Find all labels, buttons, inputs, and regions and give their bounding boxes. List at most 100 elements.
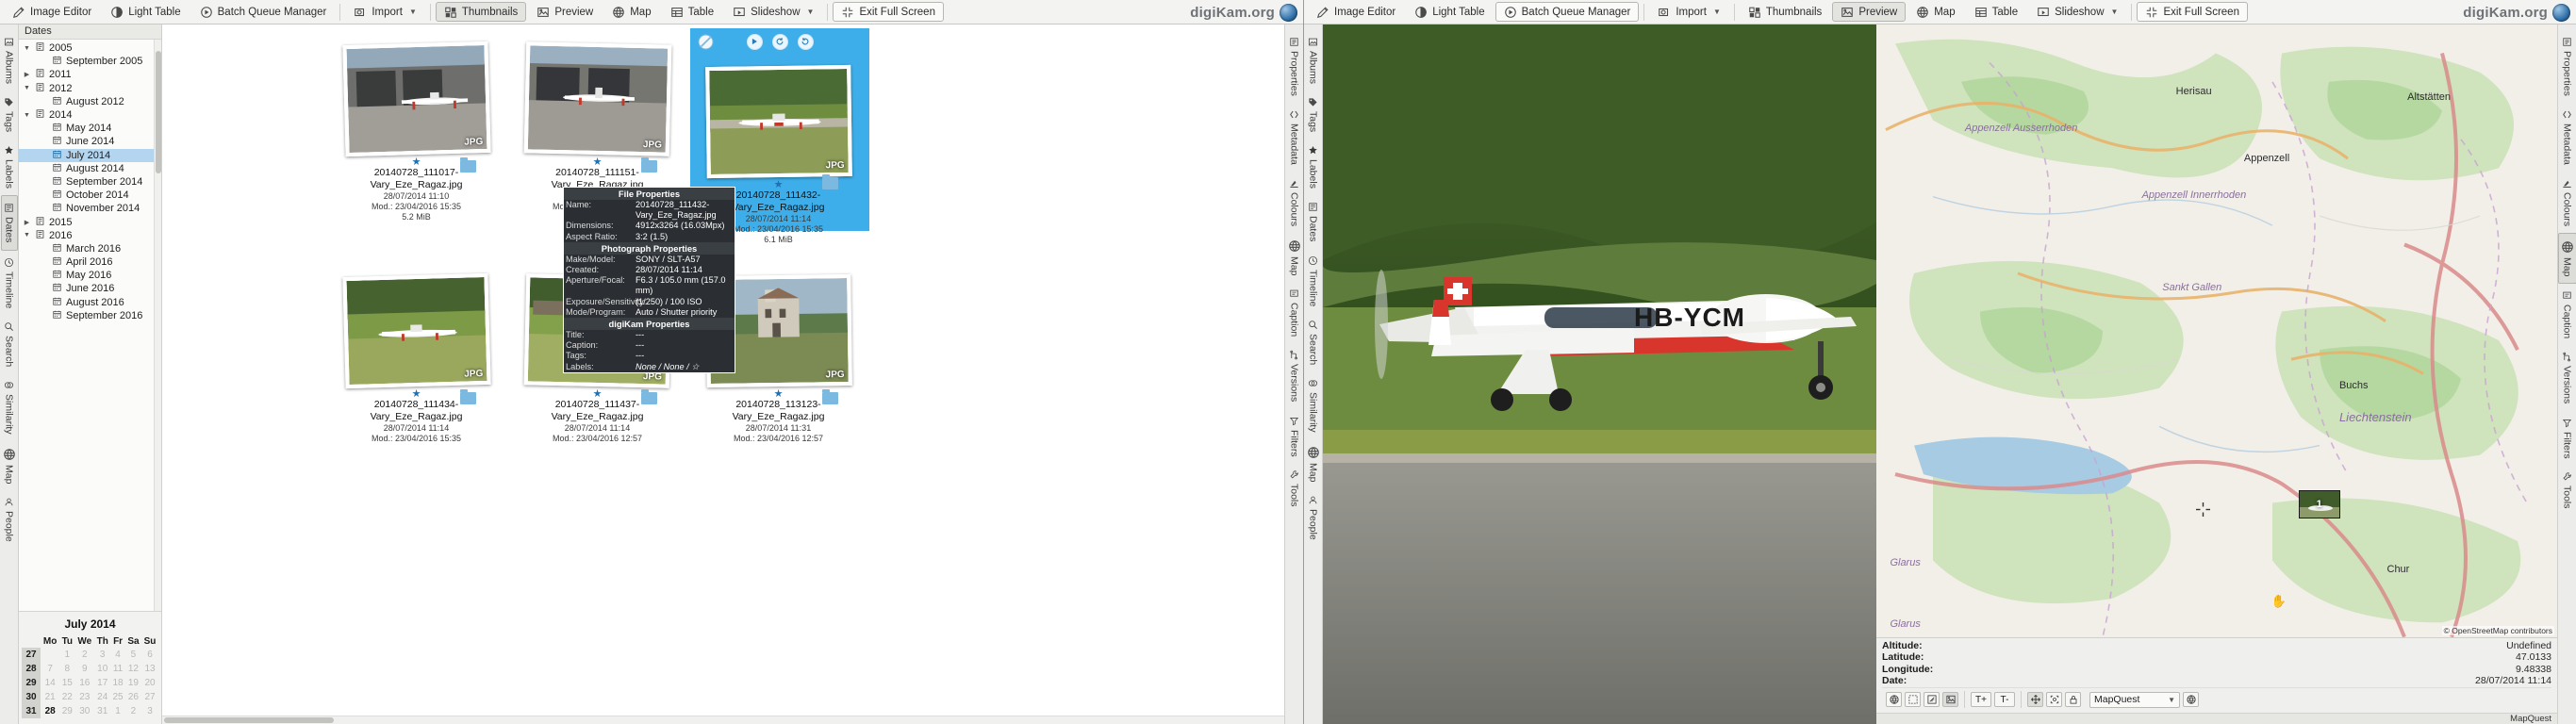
left-sidebar-tabs[interactable]: AlbumsTagsLabelsDatesTimelineSearchSimil… — [0, 25, 19, 724]
chevron-down-icon[interactable]: ▼ — [2168, 696, 2175, 704]
vtab-map[interactable]: Map — [1305, 439, 1322, 488]
toolbar-button-preview[interactable]: Preview — [528, 2, 602, 22]
vtab-search[interactable]: Search — [2, 315, 17, 373]
date-tree-item[interactable]: September 2005 — [19, 55, 161, 68]
toolbar-button-table[interactable]: Table — [1966, 2, 2027, 22]
tree-expander-icon[interactable]: ▼ — [23, 112, 31, 119]
date-tree-item[interactable]: ▶2015 — [19, 215, 161, 228]
show-thumbnails-icon[interactable] — [1942, 692, 1958, 707]
vtab-metadata[interactable]: Metadata — [2560, 103, 2575, 172]
date-tree-item[interactable]: October 2014 — [19, 189, 161, 202]
vtab-colours[interactable]: Colours — [2560, 172, 2575, 233]
right-window-left-tabs[interactable]: AlbumsTagsLabelsDatesTimelineSearchSimil… — [1304, 25, 1323, 724]
calendar-day[interactable]: 30 — [74, 704, 94, 718]
vtab-timeline[interactable]: Timeline — [1306, 249, 1321, 313]
vtab-versions[interactable]: Versions — [2560, 345, 2575, 410]
pan-icon[interactable] — [2027, 692, 2043, 707]
thumbnail-hover-toolbar[interactable] — [690, 28, 869, 55]
date-tree-item[interactable]: July 2014 — [19, 149, 161, 162]
calendar-day[interactable]: 18 — [110, 676, 125, 690]
region-select-icon[interactable] — [2046, 692, 2062, 707]
calendar-widget[interactable]: July 2014 MoTuWeThFrSaSu2712345628789101… — [19, 611, 161, 724]
date-tree-item[interactable]: June 2014 — [19, 135, 161, 148]
thumbnail-image[interactable]: JPG — [705, 65, 852, 178]
calendar-day[interactable]: 3 — [94, 648, 110, 662]
calendar-day[interactable]: 13 — [141, 662, 158, 676]
group-folder-icon[interactable] — [822, 177, 838, 189]
rotate-left-button[interactable] — [772, 34, 788, 50]
date-tree-item[interactable]: September 2014 — [19, 175, 161, 189]
calendar-day[interactable]: 24 — [94, 690, 110, 704]
vtab-dates[interactable]: Dates — [1, 195, 18, 250]
map-globe-button[interactable] — [2183, 692, 2199, 707]
thumbnail-view[interactable]: JPG★20140728_111017-Vary_Eze_Ragaz.jpg28… — [162, 25, 1284, 724]
toolbar-button-thumbnails[interactable]: Thumbnails — [1740, 2, 1830, 22]
vtab-tools[interactable]: Tools — [1287, 463, 1302, 514]
calendar-day[interactable]: 1 — [59, 648, 74, 662]
calendar-day[interactable]: 2 — [74, 648, 94, 662]
calendar-day[interactable]: 10 — [94, 662, 110, 676]
chevron-down-icon[interactable]: ▼ — [807, 8, 815, 16]
calendar-table[interactable]: MoTuWeThFrSaSu27123456287891011121329141… — [22, 635, 158, 718]
date-tree-item[interactable]: ▼2016 — [19, 229, 161, 242]
vtab-properties[interactable]: Properties — [1287, 30, 1302, 103]
lock-icon[interactable] — [2065, 692, 2081, 707]
zoom-fit-icon[interactable] — [1924, 692, 1940, 707]
tree-expander-icon[interactable]: ▼ — [23, 232, 31, 239]
vtab-people[interactable]: People — [2, 490, 17, 549]
calendar-day[interactable]: 23 — [74, 690, 94, 704]
globe-icon[interactable] — [1886, 692, 1902, 707]
toolbar-button-slideshow[interactable]: Slideshow▼ — [724, 2, 822, 22]
thumbnail-cell[interactable]: JPG★20140728_111017-Vary_Eze_Ragaz.jpg28… — [334, 34, 499, 222]
vtab-labels[interactable]: Labels — [2, 139, 17, 195]
group-folder-icon[interactable] — [641, 160, 657, 173]
toolbar-button-batch-queue-manager[interactable]: Batch Queue Manager — [191, 2, 336, 22]
vtab-timeline[interactable]: Timeline — [2, 251, 17, 315]
right-window-right-tabs[interactable]: PropertiesMetadataColoursMapCaptionVersi… — [2557, 25, 2576, 724]
date-tree-item[interactable]: August 2012 — [19, 95, 161, 108]
calendar-week-number[interactable]: 28 — [22, 662, 41, 676]
thumbnail-cell[interactable]: JPG★20140728_111434-Vary_Eze_Ragaz.jpg28… — [334, 266, 499, 444]
date-tree-item[interactable]: August 2016 — [19, 296, 161, 309]
vtab-map[interactable]: Map — [2558, 233, 2576, 284]
vtab-properties[interactable]: Properties — [2560, 30, 2575, 103]
thumbnail-image[interactable]: JPG — [342, 41, 490, 156]
toolbar-button-slideshow[interactable]: Slideshow▼ — [2028, 2, 2126, 22]
vtab-metadata[interactable]: Metadata — [1287, 103, 1302, 172]
image-preview[interactable]: HB-YCM — [1323, 25, 1876, 724]
toolbar-button-map[interactable]: Map — [1907, 2, 1963, 22]
calendar-day[interactable]: 28 — [41, 704, 59, 718]
calendar-day[interactable]: 29 — [59, 704, 74, 718]
date-tree-item[interactable]: May 2016 — [19, 269, 161, 282]
vtab-filters[interactable]: Filters — [2560, 411, 2575, 466]
vtab-tags[interactable]: Tags — [1306, 90, 1321, 139]
calendar-day[interactable]: 7 — [41, 662, 59, 676]
no-entry-icon[interactable] — [698, 34, 714, 50]
thumbnail-hscrollbar[interactable] — [162, 716, 1284, 724]
calendar-day[interactable]: 2 — [125, 704, 141, 718]
vtab-similarity[interactable]: Similarity — [2, 373, 17, 441]
calendar-day[interactable]: 15 — [59, 676, 74, 690]
vtab-tags[interactable]: Tags — [2, 90, 17, 139]
calendar-week-number[interactable]: 27 — [22, 648, 41, 662]
tree-expander-icon[interactable]: ▼ — [23, 85, 31, 91]
tree-expander-icon[interactable]: ▶ — [23, 71, 31, 78]
group-folder-icon[interactable] — [822, 392, 838, 404]
group-folder-icon[interactable] — [460, 160, 476, 173]
toolbar-button-table[interactable]: Table — [662, 2, 723, 22]
vtab-map[interactable]: Map — [1286, 233, 1303, 282]
toolbar-button-thumbnails[interactable]: Thumbnails — [436, 2, 526, 22]
toolbar-button-batch-queue-manager[interactable]: Batch Queue Manager — [1495, 2, 1640, 22]
chevron-down-icon[interactable]: ▼ — [2111, 8, 2119, 16]
group-folder-icon[interactable] — [641, 392, 657, 404]
group-folder-icon[interactable] — [460, 392, 476, 404]
toolbar-button-image-editor[interactable]: Image Editor — [4, 2, 100, 22]
calendar-day[interactable]: 4 — [110, 648, 125, 662]
vtab-labels[interactable]: Labels — [1306, 139, 1321, 195]
calendar-day[interactable]: 8 — [59, 662, 74, 676]
calendar-day[interactable]: 11 — [110, 662, 125, 676]
calendar-week-number[interactable]: 29 — [22, 676, 41, 690]
vtab-versions[interactable]: Versions — [1287, 343, 1302, 408]
vtab-map[interactable]: Map — [1, 441, 18, 490]
dates-tree[interactable]: ▼2005September 2005▶2011▼2012August 2012… — [19, 40, 161, 611]
